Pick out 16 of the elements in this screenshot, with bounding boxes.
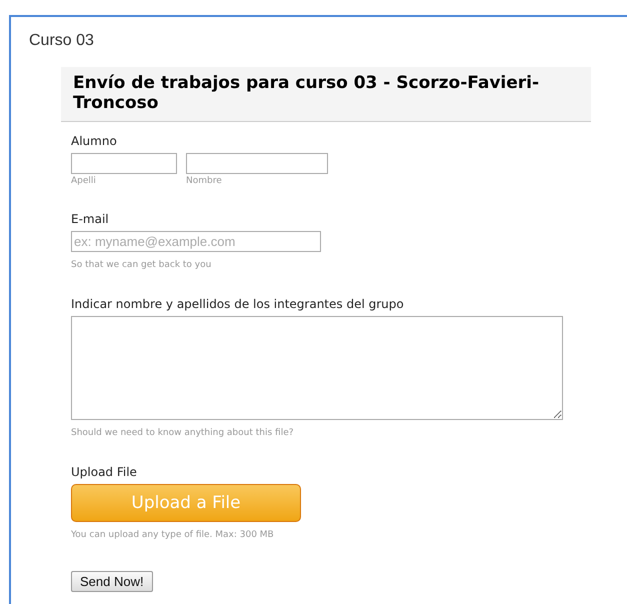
field-label: Alumno bbox=[71, 134, 117, 148]
text-area[interactable] bbox=[71, 316, 563, 420]
field-hint: Should we need to know anything about this file? bbox=[71, 428, 294, 438]
input-field[interactable] bbox=[186, 153, 328, 174]
field-sublabel: Nombre bbox=[186, 176, 223, 186]
field-hint: You can upload any type of file. Max: 300 MB bbox=[71, 530, 274, 540]
email-field[interactable]: ex: myname@example.com bbox=[71, 231, 321, 252]
field-label: E-mail bbox=[71, 212, 109, 226]
form-title: Envío de trabajos para curso 03 - Scorzo-Favieri-Troncoso bbox=[73, 73, 540, 113]
page-title: Curso 03 bbox=[29, 32, 94, 50]
input-field[interactable] bbox=[71, 153, 177, 174]
field-hint: So that we can get back to you bbox=[71, 260, 212, 270]
send-button[interactable]: Send Now! bbox=[71, 571, 153, 592]
field-label: Upload File bbox=[71, 465, 137, 479]
field-sublabel: Apelli bbox=[71, 176, 97, 186]
field-label: Indicar nombre y apellidos de los integrantes del grupo bbox=[71, 297, 404, 311]
